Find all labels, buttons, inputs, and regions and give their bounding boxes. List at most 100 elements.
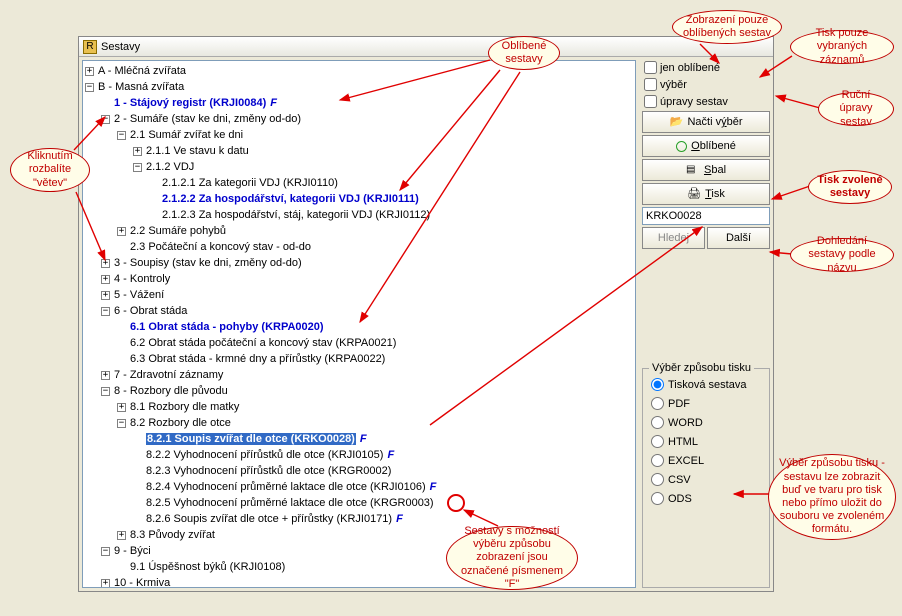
tree-node[interactable]: A - Mléčná zvířata [98,65,186,77]
callout-favorite-reports: Oblíbené sestavy [488,36,560,70]
favorites-button[interactable]: Oblíbené [642,135,770,157]
tree-node[interactable]: 6 - Obrat stáda [114,305,187,317]
label-pdf: PDF [668,398,690,410]
callout-only-favorites: Zobrazení pouze oblíbených sestav [672,10,782,44]
tree-node[interactable]: 2.1.1 Ve stavu k datu [146,145,249,157]
tree-node[interactable]: 8.2.6 Soupis zvířat dle otce + přírůstky… [146,513,392,525]
app-icon: R [83,40,97,54]
side-panel: jen oblíbené výběr úpravy sestav Načti v… [639,57,773,591]
tree-node[interactable]: B - Masná zvířata [98,81,184,93]
tree-node[interactable]: 8.2 Rozbory dle otce [130,417,231,429]
f-badge-icon: F [396,513,403,525]
expander-icon[interactable]: + [101,371,110,380]
tree-node-favorite[interactable]: 6.1 Obrat stáda - pohyby (KRPA0020) [130,321,324,333]
expander-icon[interactable]: + [117,227,126,236]
search-input[interactable] [642,207,770,225]
f-badge-icon: F [430,481,437,493]
tree-node[interactable]: 8.3 Původy zvířat [130,529,215,541]
tree-node[interactable]: 8.2.3 Vyhodnocení přírůstků dle otce (KR… [146,465,391,477]
tree-node-selected[interactable]: 8.2.1 Soupis zvířat dle otce (KRKO0028) [146,433,356,445]
tree-node[interactable]: 4 - Kontroly [114,273,170,285]
next-button[interactable]: Další [707,227,770,249]
callout-search: Dohledání sestavy podle názvu [790,238,894,272]
circle-icon [676,141,687,152]
print-mode-group: Výběr způsobu tisku Tisková sestava PDF … [642,368,770,588]
tree-node-favorite[interactable]: 2.1.2.2 Za hospodářství, kategorii VDJ (… [162,193,419,205]
tree-node[interactable]: 9 - Býci [114,545,151,557]
expander-icon[interactable]: − [101,307,110,316]
checkbox-edits[interactable] [644,95,657,108]
tree-node[interactable]: 8 - Rozbory dle původu [114,385,228,397]
label-only-favorites: jen oblíbené [660,62,720,74]
tree-node[interactable]: 8.2.5 Vyhodnocení průměrné laktace dle o… [146,497,434,509]
tree-node[interactable]: 2 - Sumáře (stav ke dni, změny od-do) [114,113,301,125]
tree-node[interactable]: 8.2.4 Vyhodnocení průměrné laktace dle o… [146,481,426,493]
collapse-button[interactable]: Sbal [642,159,770,181]
report-tree[interactable]: +A - Mléčná zvířata −B - Masná zvířata 1… [82,60,636,588]
checkbox-only-favorites[interactable] [644,61,657,74]
tree-node[interactable]: 5 - Vážení [114,289,164,301]
window-title: Sestavy [101,41,140,53]
search-button[interactable]: Hledej [642,227,705,249]
expander-icon[interactable]: − [101,387,110,396]
tree-node[interactable]: 2.2 Sumáře pohybů [130,225,226,237]
tree-node-favorite[interactable]: 1 - Stájový registr (KRJI0084) [114,97,266,109]
expander-icon[interactable]: + [101,259,110,268]
expander-icon[interactable]: + [133,147,142,156]
load-selection-button[interactable]: Načti výběr [642,111,770,133]
tree-node[interactable]: 8.1 Rozbory dle matky [130,401,239,413]
expander-icon[interactable]: − [101,115,110,124]
tree-node[interactable]: 2.1.2 VDJ [146,161,194,173]
expander-icon[interactable]: − [133,163,142,172]
callout-selection-print: Tisk pouze vybraných záznamů [790,30,894,64]
titlebar: R Sestavy [79,37,773,57]
tree-node[interactable]: 2.1 Sumář zvířat ke dni [130,129,243,141]
tree-node[interactable]: 9.1 Úspěšnost býků (KRJI0108) [130,561,285,573]
radio-ods[interactable] [651,492,664,505]
f-badge-icon: F [387,449,394,461]
tree-node[interactable]: 2.1.2.1 Za kategorii VDJ (KRJI0110) [162,177,338,189]
expander-icon[interactable]: + [101,291,110,300]
label-ods: ODS [668,493,692,505]
callout-manual-edits: Ruční úpravy sestav [818,92,894,126]
expander-icon[interactable]: + [117,531,126,540]
radio-html[interactable] [651,435,664,448]
expander-icon[interactable]: − [117,131,126,140]
label-word: WORD [668,417,703,429]
reports-window: R Sestavy +A - Mléčná zvířata −B - Masná… [78,36,774,592]
highlight-f-circle [447,494,465,512]
expander-icon[interactable]: − [101,547,110,556]
expander-icon[interactable]: − [117,419,126,428]
label-tiskova-sestava: Tisková sestava [668,379,746,391]
tree-node[interactable]: 3 - Soupisy (stav ke dni, změny od-do) [114,257,302,269]
expander-icon[interactable]: + [117,403,126,412]
tree-node[interactable]: 8.2.2 Vyhodnocení přírůstků dle otce (KR… [146,449,383,461]
printer-icon [687,187,701,201]
f-badge-icon: F [270,97,277,109]
tree-node[interactable]: 10 - Krmiva [114,577,170,588]
tree-node[interactable]: 7 - Zdravotní záznamy [114,369,223,381]
expander-icon[interactable]: + [101,275,110,284]
tree-node[interactable]: 2.1.2.3 Za hospodářství, stáj, kategorii… [162,209,430,221]
radio-pdf[interactable] [651,397,664,410]
callout-print-selected: Tisk zvolené sestavy [808,170,892,204]
print-button[interactable]: Tisk [642,183,770,205]
tree-node[interactable]: 6.2 Obrat stáda počáteční a koncový stav… [130,337,396,349]
label-html: HTML [668,436,698,448]
print-mode-title: Výběr způsobu tisku [649,362,754,374]
expander-icon[interactable]: − [85,83,94,92]
callout-print-mode: Výběr způsobu tisku - sestavu lze zobraz… [768,454,896,540]
callout-expand: Kliknutím rozbalíte "větev" [10,148,90,192]
radio-tiskova-sestava[interactable] [651,378,664,391]
tree-node[interactable]: 2.3 Počáteční a koncový stav - od-do [130,241,311,253]
f-badge-icon: F [360,433,367,445]
label-csv: CSV [668,474,691,486]
expander-icon[interactable]: + [101,579,110,588]
checkbox-selection[interactable] [644,78,657,91]
radio-word[interactable] [651,416,664,429]
label-edits: úpravy sestav [660,96,728,108]
radio-excel[interactable] [651,454,664,467]
expander-icon[interactable]: + [85,67,94,76]
radio-csv[interactable] [651,473,664,486]
tree-node[interactable]: 6.3 Obrat stáda - krmné dny a přírůstky … [130,353,385,365]
